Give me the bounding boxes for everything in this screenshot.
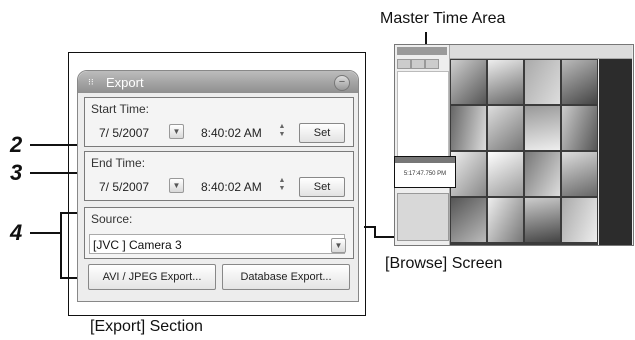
browse-screen — [394, 44, 634, 246]
sidebar-tool-2[interactable] — [411, 59, 425, 69]
video-grid — [450, 59, 598, 245]
leader-line-browse-a — [364, 226, 374, 228]
leader-line-browse-b — [374, 226, 376, 236]
end-date-field[interactable]: 7/ 5/2007 — [99, 180, 149, 194]
video-tile[interactable] — [562, 106, 597, 150]
grip-icon: ⁝⁝ — [88, 77, 94, 87]
video-tile[interactable] — [451, 198, 486, 242]
leader-line-4 — [30, 232, 60, 234]
camera-tree[interactable] — [397, 71, 449, 157]
browse-sidebar — [395, 45, 450, 245]
sidebar-tool-3[interactable] — [425, 59, 439, 69]
video-tile[interactable] — [525, 106, 560, 150]
video-tile[interactable] — [525, 60, 560, 104]
video-tile[interactable] — [451, 106, 486, 150]
leader-line-3 — [30, 172, 84, 174]
end-time-group: End Time: 7/ 5/2007 ▼ 8:40:02 AM ▲ ▼ Set — [84, 151, 354, 201]
source-label: Source: — [91, 212, 133, 226]
start-date-dropdown-icon[interactable]: ▼ — [169, 124, 184, 139]
end-set-button[interactable]: Set — [299, 177, 345, 197]
source-value: [JVC ] Camera 3 — [93, 238, 182, 252]
master-time-area-caption: Master Time Area — [380, 10, 506, 27]
video-tile[interactable] — [562, 60, 597, 104]
export-titlebar[interactable]: ⁝⁝ Export − — [78, 71, 358, 93]
start-time-group: Start Time: 7/ 5/2007 ▼ 8:40:02 AM ▲ ▼ Se… — [84, 97, 354, 147]
end-time-field[interactable]: 8:40:02 AM — [201, 180, 262, 194]
start-time-spinner-icon[interactable]: ▲ ▼ — [277, 123, 287, 139]
video-tile[interactable] — [488, 60, 523, 104]
callout-3: 3 — [10, 160, 23, 185]
sidebar-header — [397, 47, 447, 55]
timeline-pane[interactable] — [599, 59, 632, 245]
source-group: Source: [JVC ] Camera 3 ▼ — [84, 207, 354, 259]
callout-4: 4 — [10, 220, 23, 245]
avi-jpeg-export-button[interactable]: AVI / JPEG Export... — [88, 264, 216, 290]
collapse-icon[interactable]: − — [334, 75, 350, 91]
source-dropdown-icon[interactable]: ▼ — [331, 238, 346, 253]
video-tile[interactable] — [488, 106, 523, 150]
video-tile[interactable] — [488, 152, 523, 196]
video-tile[interactable] — [525, 152, 560, 196]
leader-line-browse-c — [374, 236, 394, 238]
export-panel: ⁝⁝ Export − Start Time: 7/ 5/2007 ▼ 8:40… — [77, 70, 359, 302]
sidebar-tool-1[interactable] — [397, 59, 411, 69]
browse-toolbar[interactable] — [450, 45, 632, 59]
export-section-caption: [Export] Section — [90, 318, 203, 335]
video-tile[interactable] — [562, 152, 597, 196]
source-select[interactable]: [JVC ] Camera 3 — [89, 234, 345, 254]
callout-2: 2 — [10, 132, 23, 157]
start-time-label: Start Time: — [91, 102, 150, 116]
end-time-spinner-icon[interactable]: ▲ ▼ — [277, 177, 287, 193]
master-time-header — [395, 157, 455, 163]
master-time-value: 5:17:47.750 PM — [403, 171, 447, 177]
video-tile[interactable] — [562, 198, 597, 242]
start-date-field[interactable]: 7/ 5/2007 — [99, 126, 149, 140]
browse-screen-caption: [Browse] Screen — [385, 255, 503, 272]
master-time-area: 5:17:47.750 PM — [394, 156, 456, 188]
start-time-field[interactable]: 8:40:02 AM — [201, 126, 262, 140]
playback-controls[interactable] — [397, 193, 449, 241]
video-tile[interactable] — [525, 198, 560, 242]
video-tile[interactable] — [451, 60, 486, 104]
end-time-label: End Time: — [91, 156, 146, 170]
start-set-button[interactable]: Set — [299, 123, 345, 143]
leader-line-2 — [30, 144, 84, 146]
leader-line-4-vertical — [60, 212, 62, 278]
database-export-button[interactable]: Database Export... — [222, 264, 350, 290]
export-title: Export — [106, 75, 144, 90]
video-tile[interactable] — [488, 198, 523, 242]
end-date-dropdown-icon[interactable]: ▼ — [169, 178, 184, 193]
video-tile[interactable] — [451, 152, 486, 196]
